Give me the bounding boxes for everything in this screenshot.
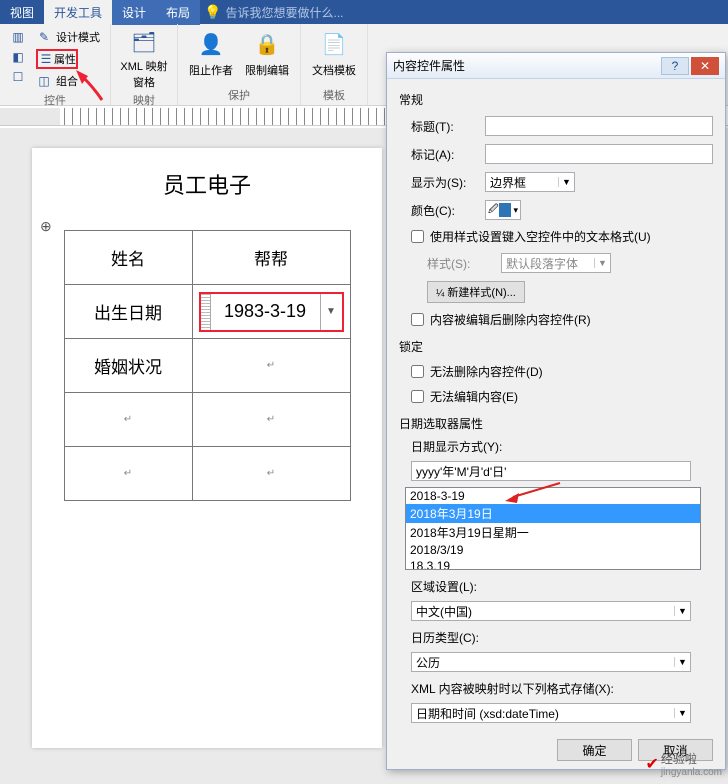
no-delete-checkbox[interactable] xyxy=(411,365,424,378)
style-label: 样式(S): xyxy=(427,255,495,272)
tell-me-text: 告诉我您想要做什么... xyxy=(226,4,344,21)
empty-row2-lbl: ↵ xyxy=(64,447,192,501)
doc-template-button[interactable]: 📄 文档模板 xyxy=(309,28,359,85)
watermark: ✔ 经验啦 jingyanla.com xyxy=(645,750,722,778)
label-name: 姓名 xyxy=(64,231,192,285)
date-dropdown-button[interactable]: ▼ xyxy=(320,294,342,330)
use-style-label: 使用样式设置键入空控件中的文本格式(U) xyxy=(430,228,651,245)
remove-after-edit-label: 内容被编辑后删除内容控件(R) xyxy=(430,311,591,328)
controls-group-label: 控件 xyxy=(8,92,102,108)
group-controls: ▥ ◧ ☐ ✎设计模式 ☰属性 ◫组合 控件 xyxy=(0,24,111,105)
color-swatch xyxy=(499,203,512,217)
color-picker[interactable]: 🖉▾ xyxy=(485,200,521,220)
new-style-button: ¼ 新建样式(N)... xyxy=(427,281,525,303)
calendar-label: 日历类型(C): xyxy=(411,629,713,646)
section-locking: 锁定 xyxy=(399,338,713,355)
control-placeholder3[interactable]: ☐ xyxy=(8,68,28,86)
dialog-titlebar[interactable]: 内容控件属性 ? ✕ xyxy=(387,53,725,79)
block-author-button[interactable]: 👤 阻止作者 xyxy=(186,28,236,85)
template-group-label: 模板 xyxy=(309,87,359,103)
use-style-checkbox[interactable] xyxy=(411,230,424,243)
fmt-opt-3[interactable]: 2018/3/19 xyxy=(406,542,700,558)
date-format-input[interactable] xyxy=(411,461,691,481)
group-protect: 👤 阻止作者 🔒 限制编辑 保护 xyxy=(178,24,301,105)
cell-bang: 帮帮 xyxy=(192,231,350,285)
dialog-title-text: 内容控件属性 xyxy=(393,57,465,74)
bulb-icon: 💡 xyxy=(204,4,221,21)
design-mode-button[interactable]: ✎设计模式 xyxy=(34,28,102,46)
no-delete-label: 无法删除内容控件(D) xyxy=(430,363,543,380)
mapping-group-label: 映射 xyxy=(119,92,169,108)
xml-store-combo[interactable]: 日期和时间 (xsd:dateTime)▼ xyxy=(411,703,691,723)
fmt-opt-0[interactable]: 2018-3-19 xyxy=(406,488,700,504)
grip-handle[interactable] xyxy=(201,294,211,330)
word-icon: 📄 xyxy=(318,28,350,60)
block-icon: 👤 xyxy=(195,28,227,60)
xml-icon: 🗂 xyxy=(128,28,160,56)
lock-icon: 🔒 xyxy=(251,28,283,60)
label-marriage: 婚姻状况 xyxy=(64,339,192,393)
locale-label: 区域设置(L): xyxy=(411,578,713,595)
ok-button[interactable]: 确定 xyxy=(557,739,632,761)
tag-input[interactable] xyxy=(485,144,713,164)
section-general: 常规 xyxy=(399,91,713,108)
xml-store-label: XML 内容被映射时以下列格式存储(X): xyxy=(411,680,713,697)
tag-label: 标记(A): xyxy=(411,146,479,163)
showas-combo[interactable]: 边界框▼ xyxy=(485,172,575,192)
watermark-check-icon: ✔ xyxy=(645,754,658,774)
locale-combo[interactable]: 中文(中国)▼ xyxy=(411,601,691,621)
control-placeholder1[interactable]: ▥ xyxy=(8,28,28,46)
remove-after-edit-checkbox[interactable] xyxy=(411,313,424,326)
xml-mapping-button[interactable]: 🗂 XML 映射窗格 xyxy=(119,28,169,90)
dialog-close-button[interactable]: ✕ xyxy=(691,57,719,75)
tell-me-search[interactable]: 💡 告诉我您想要做什么... xyxy=(204,4,343,21)
title-label: 标题(T): xyxy=(411,118,479,135)
fmt-opt-4[interactable]: 18.3.19 xyxy=(406,558,700,570)
empty-row1-lbl: ↵ xyxy=(64,393,192,447)
calendar-combo[interactable]: 公历▼ xyxy=(411,652,691,672)
properties-button[interactable]: ☰属性 xyxy=(34,48,102,70)
tab-layout[interactable]: 布局 xyxy=(156,0,200,25)
style-combo: 默认段落字体▼ xyxy=(501,253,611,273)
form-table: 姓名 帮帮 出生日期 1983-3-19 ▼ 婚姻状况 ↵ ↵ ↵ xyxy=(64,230,351,501)
fmt-opt-2[interactable]: 2018年3月19日星期一 xyxy=(406,523,700,542)
restrict-edit-button[interactable]: 🔒 限制编辑 xyxy=(242,28,292,85)
group-mapping: 🗂 XML 映射窗格 映射 xyxy=(111,24,178,105)
dialog-body: 常规 标题(T): 标记(A): 显示为(S): 边界框▼ 颜色(C): 🖉▾ … xyxy=(387,79,725,735)
group-button[interactable]: ◫组合 xyxy=(34,72,102,90)
date-format-label: 日期显示方式(Y): xyxy=(411,438,713,455)
color-label: 颜色(C): xyxy=(411,202,479,219)
label-birth: 出生日期 xyxy=(64,285,192,339)
doc-title: 员工电子 xyxy=(32,168,382,200)
section-dateprops: 日期选取器属性 xyxy=(399,415,713,432)
title-input[interactable] xyxy=(485,116,713,136)
watermark-text2: jingyanla.com xyxy=(661,767,722,778)
dialog-help-button[interactable]: ? xyxy=(661,57,689,75)
protect-group-label: 保护 xyxy=(186,87,292,103)
tab-view[interactable]: 视图 xyxy=(0,0,44,25)
ribbon-tabs: 视图 开发工具 设计 布局 💡 告诉我您想要做什么... xyxy=(0,0,728,24)
fmt-opt-1[interactable]: 2018年3月19日 xyxy=(406,504,700,523)
group-template: 📄 文档模板 模板 xyxy=(301,24,368,105)
date-format-listbox[interactable]: 2018-3-19 2018年3月19日 2018年3月19日星期一 2018/… xyxy=(405,487,701,570)
empty-row2-val: ↵ xyxy=(192,447,350,501)
tab-developer[interactable]: 开发工具 xyxy=(44,0,112,25)
content-control-properties-dialog: 内容控件属性 ? ✕ 常规 标题(T): 标记(A): 显示为(S): 边界框▼… xyxy=(386,52,726,770)
page: 员工电子 ⊕ 姓名 帮帮 出生日期 1983-3-19 ▼ 婚姻状况 ↵ xyxy=(32,148,382,748)
control-placeholder2[interactable]: ◧ xyxy=(8,48,28,66)
showas-label: 显示为(S): xyxy=(411,174,479,191)
empty-row1-val: ↵ xyxy=(192,393,350,447)
date-picker-control[interactable]: 1983-3-19 ▼ xyxy=(199,292,344,332)
date-value: 1983-3-19 xyxy=(211,301,320,322)
tab-design[interactable]: 设计 xyxy=(112,0,156,25)
no-edit-checkbox[interactable] xyxy=(411,390,424,403)
cell-marriage[interactable]: ↵ xyxy=(192,339,350,393)
no-edit-label: 无法编辑内容(E) xyxy=(430,388,518,405)
cell-birth: 1983-3-19 ▼ xyxy=(192,285,350,339)
watermark-text1: 经验啦 xyxy=(661,750,722,767)
anchor-icon[interactable]: ⊕ xyxy=(40,218,52,235)
